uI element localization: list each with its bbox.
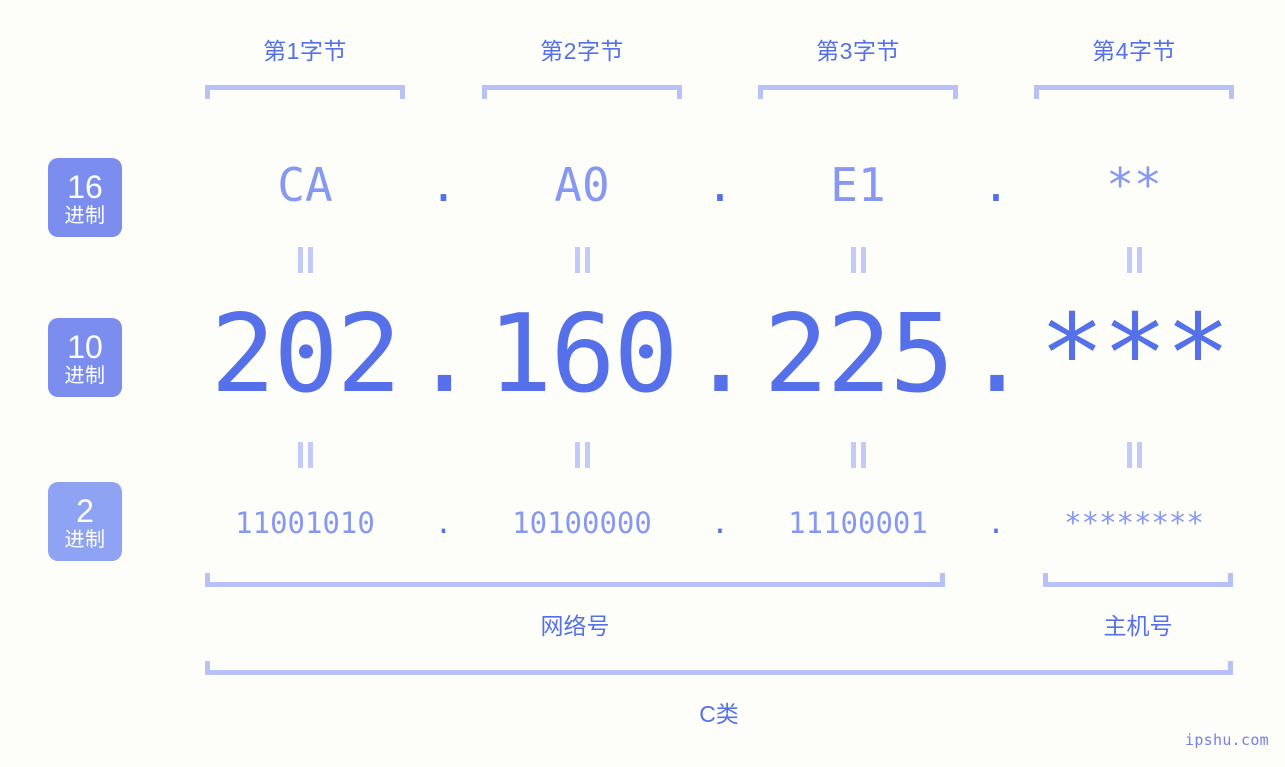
hex-byte-3: E1	[830, 158, 886, 212]
hex-separator-3: .	[982, 158, 1010, 212]
hex-byte-4: **	[1106, 158, 1162, 212]
base-badge-decimal: 10 进制	[48, 318, 122, 397]
binary-byte-1: 11001010	[235, 506, 375, 540]
byte-bracket-2	[482, 85, 682, 99]
base-badge-hex-word: 进制	[64, 204, 106, 227]
equals-mark-dec-bin-4	[1121, 442, 1147, 468]
ip-address-breakdown-diagram: 第1字节 第2字节 第3字节 第4字节 16 进制 10 进制 2 进制 CA …	[0, 0, 1285, 767]
decimal-separator-3: .	[964, 292, 1029, 417]
decimal-separator-2: .	[688, 292, 753, 417]
decimal-byte-3: 225	[763, 292, 954, 417]
decimal-separator-1: .	[411, 292, 477, 417]
host-portion-label: 主机号	[1103, 613, 1173, 639]
byte-header-1: 第1字节	[263, 38, 347, 64]
network-portion-bracket	[205, 573, 945, 587]
base-badge-binary: 2 进制	[48, 482, 122, 561]
equals-mark-dec-bin-2	[569, 442, 595, 468]
hex-separator-1: .	[429, 158, 458, 212]
site-watermark: ipshu.com	[1185, 731, 1269, 749]
decimal-byte-1: 202	[210, 292, 401, 417]
hex-byte-1: CA	[277, 158, 333, 212]
base-badge-hex-number: 16	[67, 168, 103, 205]
equals-mark-hex-dec-4	[1121, 247, 1147, 273]
byte-header-3: 第3字节	[816, 38, 900, 64]
byte-header-4: 第4字节	[1092, 38, 1176, 64]
base-badge-binary-number: 2	[76, 492, 94, 529]
byte-header-2: 第2字节	[540, 38, 624, 64]
byte-bracket-3	[758, 85, 958, 99]
base-badge-decimal-word: 进制	[64, 364, 106, 387]
equals-mark-dec-bin-1	[292, 442, 318, 468]
binary-byte-2: 10100000	[512, 506, 652, 540]
base-badge-decimal-number: 10	[67, 328, 103, 365]
host-portion-bracket	[1043, 573, 1233, 587]
binary-byte-4: ********	[1064, 506, 1204, 540]
equals-mark-hex-dec-3	[845, 247, 871, 273]
binary-separator-2: .	[711, 506, 729, 540]
byte-bracket-4	[1034, 85, 1234, 99]
address-class-bracket	[205, 661, 1233, 675]
base-badge-binary-word: 进制	[64, 528, 106, 551]
equals-mark-hex-dec-2	[569, 247, 595, 273]
address-class-label: C类	[699, 701, 739, 727]
binary-separator-3: .	[987, 506, 1005, 540]
equals-mark-hex-dec-1	[292, 247, 318, 273]
hex-byte-2: A0	[554, 158, 610, 212]
network-portion-label: 网络号	[540, 613, 610, 639]
base-badge-hex: 16 进制	[48, 158, 122, 237]
hex-separator-2: .	[706, 158, 734, 212]
equals-mark-dec-bin-3	[845, 442, 871, 468]
binary-separator-1: .	[434, 506, 453, 540]
byte-bracket-1	[205, 85, 405, 99]
decimal-byte-2: 160	[487, 292, 678, 417]
decimal-byte-4: ***	[1039, 292, 1230, 417]
binary-byte-3: 11100001	[788, 506, 928, 540]
